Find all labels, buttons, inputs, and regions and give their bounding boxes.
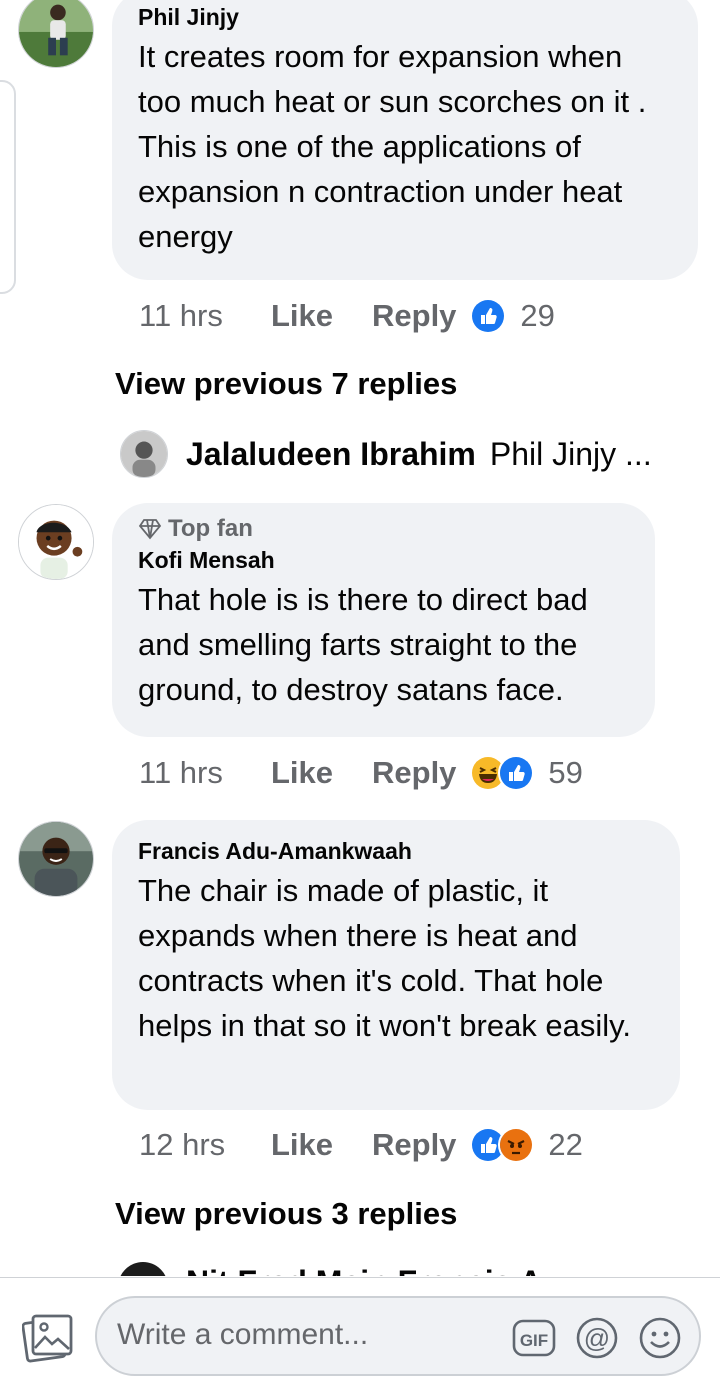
comment-text: That hole is is there to direct bad and … <box>138 582 588 707</box>
reply-button[interactable]: Reply <box>372 1127 456 1163</box>
avatar[interactable] <box>18 821 94 897</box>
reply-preview[interactable]: Jalaludeen Ibrahim Phil Jinjy ... <box>120 430 652 478</box>
mention-icon[interactable]: @ <box>574 1315 620 1361</box>
comment-input[interactable]: Write a comment... GIF @ <box>95 1296 701 1376</box>
avatar-photo <box>19 822 93 896</box>
comment-author[interactable]: Phil Jinjy <box>138 2 672 32</box>
avatar[interactable] <box>18 504 94 580</box>
svg-text:@: @ <box>584 1323 610 1353</box>
view-previous-replies-link[interactable]: View previous 3 replies <box>115 1194 457 1234</box>
gif-icon[interactable]: GIF <box>511 1315 557 1361</box>
comment-actions: 12 hrs Like Reply 22 <box>139 1125 583 1165</box>
avatar-photo <box>19 505 93 579</box>
reaction-icons[interactable] <box>470 755 535 791</box>
badge-label: Top fan <box>168 515 253 542</box>
reaction-count[interactable]: 59 <box>548 755 582 791</box>
avatar <box>118 1262 168 1276</box>
comment-bubble: Top fan Kofi Mensah That hole is is ther… <box>112 503 655 737</box>
avatar <box>120 430 168 478</box>
emoji-icon[interactable] <box>637 1315 683 1361</box>
like-reaction-icon <box>498 755 535 791</box>
top-fan-badge: Top fan <box>138 513 629 545</box>
comment-text: It creates room for expansion when too m… <box>138 39 647 254</box>
view-previous-replies-link[interactable]: View previous 7 replies <box>115 364 457 404</box>
comment-author[interactable]: Francis Adu-Amankwaah <box>138 836 654 866</box>
reaction-count[interactable]: 29 <box>520 298 554 334</box>
avatar[interactable] <box>18 0 94 68</box>
comment-author[interactable]: Kofi Mensah <box>138 545 629 575</box>
comment-input-placeholder: Write a comment... <box>117 1318 369 1351</box>
reply-button[interactable]: Reply <box>372 755 456 791</box>
like-button[interactable]: Like <box>271 755 372 791</box>
comment-bubble: Francis Adu-Amankwaah The chair is made … <box>112 820 680 1110</box>
comment-time[interactable]: 11 hrs <box>139 755 271 791</box>
reply-button[interactable]: Reply <box>372 298 456 334</box>
side-panel-edge <box>0 80 16 294</box>
comment-actions: 11 hrs Like Reply 59 <box>139 753 583 793</box>
reply-snippet: Nit Fred Mein Francis A <box>186 1264 542 1276</box>
reaction-count[interactable]: 22 <box>548 1127 582 1163</box>
comment-bubble: Phil Jinjy It creates room for expansion… <box>112 0 698 280</box>
like-button[interactable]: Like <box>271 1127 372 1163</box>
like-button[interactable]: Like <box>271 298 372 334</box>
diamond-icon <box>138 519 162 540</box>
reaction-icons[interactable] <box>470 298 507 334</box>
reply-snippet: Phil Jinjy ... <box>489 435 652 472</box>
comment-composer: Write a comment... GIF @ <box>0 1277 720 1397</box>
svg-text:GIF: GIF <box>520 1331 548 1350</box>
reaction-icons[interactable] <box>470 1127 535 1163</box>
comment-time[interactable]: 11 hrs <box>139 298 271 334</box>
like-reaction-icon <box>470 298 507 334</box>
comment-text: The chair is made of plastic, it expands… <box>138 873 631 1043</box>
angry-reaction-icon <box>498 1127 535 1163</box>
reply-author: Jalaludeen Ibrahim <box>186 435 476 472</box>
comment-time[interactable]: 12 hrs <box>139 1127 271 1163</box>
photo-icon[interactable] <box>21 1312 74 1364</box>
avatar-photo <box>19 0 93 67</box>
partial-reply-preview[interactable]: Nit Fred Mein Francis A <box>118 1262 678 1276</box>
comment-actions: 11 hrs Like Reply 29 <box>139 296 555 336</box>
